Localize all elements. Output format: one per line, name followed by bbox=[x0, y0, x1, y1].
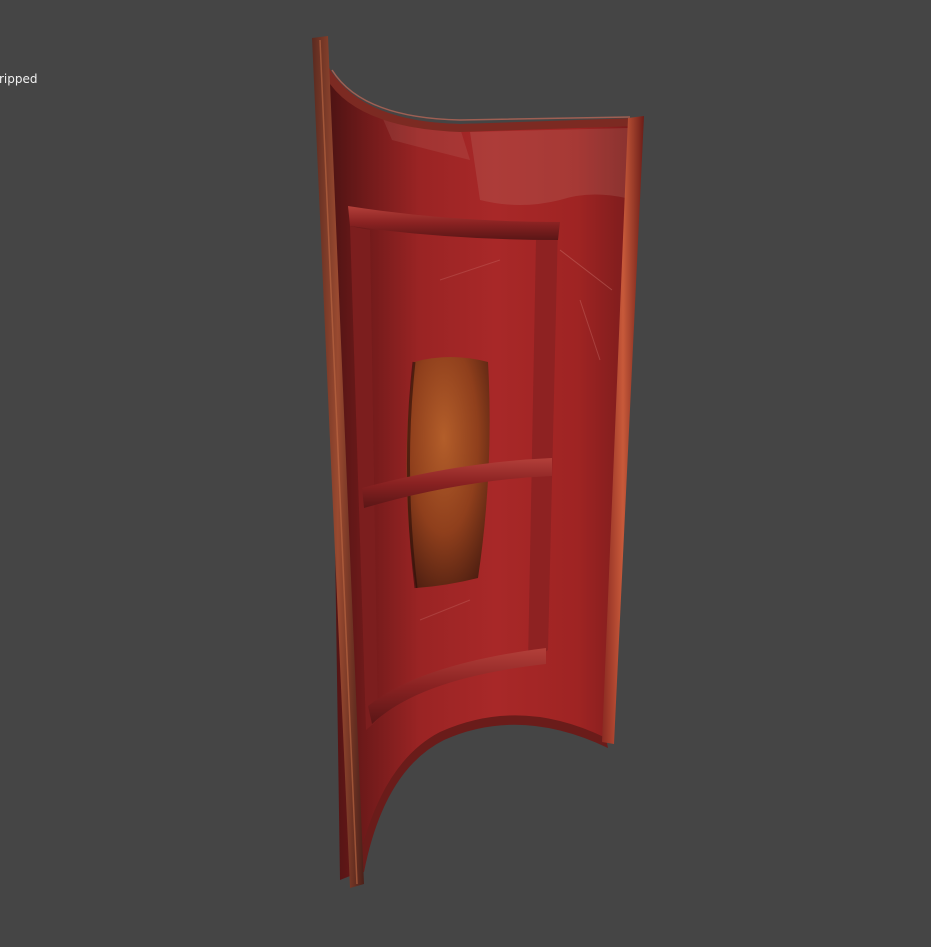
shield-model[interactable] bbox=[0, 0, 931, 947]
worn-patch bbox=[470, 128, 628, 205]
3d-viewport[interactable]: ripped bbox=[0, 0, 931, 947]
